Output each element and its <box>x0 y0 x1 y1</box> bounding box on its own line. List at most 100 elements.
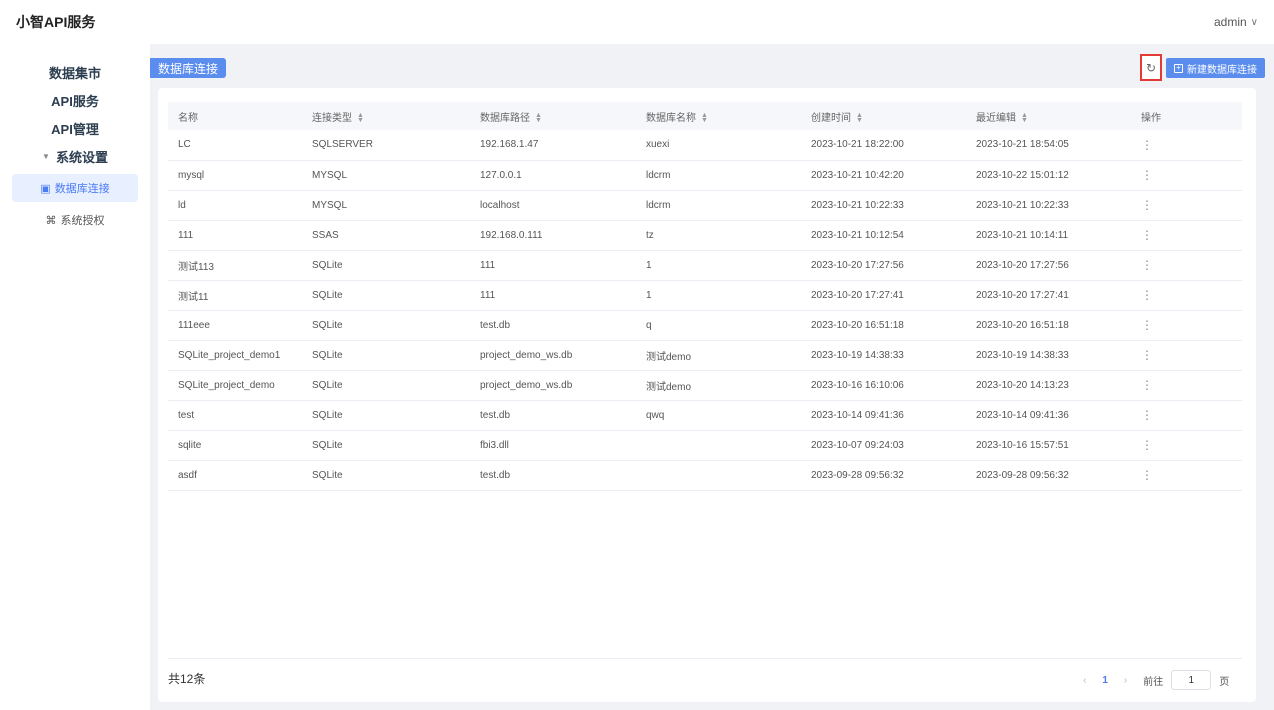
more-actions-icon[interactable]: ⋮ <box>1131 370 1242 401</box>
more-actions-icon[interactable]: ⋮ <box>1131 340 1242 371</box>
table-row: sqlite SQLite fbi3.dll 2023-10-07 09:24:03 2… <box>168 430 1242 461</box>
col-created[interactable]: 创建时间 ▲ ▼ <box>801 102 966 130</box>
table-cell: MYSQL <box>302 160 470 191</box>
table-cell: 测试11 <box>168 280 302 311</box>
table-cell: 测试demo <box>636 340 801 371</box>
table-cell: 2023-10-20 17:27:41 <box>801 280 966 311</box>
table-cell: project_demo_ws.db <box>470 340 636 371</box>
total-count: 共12条 <box>168 672 206 686</box>
table-row: ld MYSQL localhost ldcrm 2023-10-21 10:22:33… <box>168 190 1242 221</box>
more-actions-icon[interactable]: ⋮ <box>1131 130 1242 161</box>
sort-icon[interactable]: ▲ ▼ <box>357 112 364 124</box>
table-cell: test <box>168 400 302 431</box>
table-cell: q <box>636 310 801 341</box>
main-content: 数据库连接 ↻ + 新建数据库连接 名称 连接类型 ▲ ▼ 数据库路径 ▲ ▼ 数据库名… <box>150 44 1274 710</box>
col-type[interactable]: 连接类型 ▲ ▼ <box>302 102 470 130</box>
table-card: 名称 连接类型 ▲ ▼ 数据库路径 ▲ ▼ 数据库名称 ▲ ▼ 创建时间 ▲ ▼ 最近编辑 ▲ ▼ … <box>158 88 1256 702</box>
more-actions-icon[interactable]: ⋮ <box>1131 280 1242 311</box>
sort-icon[interactable]: ▲ ▼ <box>1021 112 1028 124</box>
table-cell: 111 <box>168 220 302 251</box>
table-row: 111 SSAS 192.168.0.111 tz 2023-10-21 10:12:5… <box>168 220 1242 251</box>
table-cell: xuexi <box>636 130 801 161</box>
new-db-connection-button[interactable]: + 新建数据库连接 <box>1166 58 1265 78</box>
caret-down-icon: ▼ <box>42 151 50 161</box>
sidebar-item-data-market[interactable]: 数据集市 <box>0 58 150 86</box>
table-cell: 192.168.0.111 <box>470 220 636 251</box>
table-cell: 测试113 <box>168 250 302 281</box>
table-cell: fbi3.dll <box>470 430 636 461</box>
table-row: SQLite_project_demo SQLite project_demo_ws… <box>168 370 1242 401</box>
app-brand: 小智API服务 <box>16 14 96 30</box>
table-cell: 2023-10-22 15:01:12 <box>966 160 1131 191</box>
sidebar-item-api-service[interactable]: API服务 <box>0 86 150 114</box>
table-cell: 2023-10-19 14:38:33 <box>966 340 1131 371</box>
table-cell: 111eee <box>168 310 302 341</box>
more-actions-icon[interactable]: ⋮ <box>1131 310 1242 341</box>
table-cell: 2023-10-20 14:13:23 <box>966 370 1131 401</box>
table-cell: project_demo_ws.db <box>470 370 636 401</box>
table-cell: 2023-10-21 10:42:20 <box>801 160 966 191</box>
user-menu[interactable]: admin ∨ <box>1214 15 1258 29</box>
col-modified[interactable]: 最近编辑 ▲ ▼ <box>966 102 1131 130</box>
table-cell: 2023-10-19 14:38:33 <box>801 340 966 371</box>
table-row: 测试113 SQLite 111 1 2023-10-20 17:27:56 2023-1… <box>168 250 1242 281</box>
more-actions-icon[interactable]: ⋮ <box>1131 460 1242 491</box>
table-cell: 2023-10-20 17:27:56 <box>966 250 1131 281</box>
more-actions-icon[interactable]: ⋮ <box>1131 190 1242 221</box>
more-actions-icon[interactable]: ⋮ <box>1131 430 1242 461</box>
more-actions-icon[interactable]: ⋮ <box>1131 220 1242 251</box>
table-cell: 2023-10-21 10:22:33 <box>801 190 966 221</box>
table-cell: 1 <box>636 280 801 311</box>
table-row: LC SQLSERVER 192.168.1.47 xuexi 2023-10-21 1… <box>168 130 1242 161</box>
table-cell: SQLite <box>302 250 470 281</box>
table-cell: 2023-10-21 10:14:11 <box>966 220 1131 251</box>
table-cell: 2023-10-20 16:51:18 <box>966 310 1131 341</box>
table-cell: 127.0.0.1 <box>470 160 636 191</box>
table-cell: ldcrm <box>636 160 801 191</box>
table-cell: test.db <box>470 310 636 341</box>
table-cell: SQLite_project_demo <box>168 370 302 401</box>
sort-icon[interactable]: ▲ ▼ <box>535 112 542 124</box>
table-cell: 2023-10-20 17:27:41 <box>966 280 1131 311</box>
page-number[interactable]: 1 <box>1102 675 1108 686</box>
sidebar-item-db-connection[interactable]: ▣ 数据库连接 <box>12 174 138 202</box>
table-cell: SQLite <box>302 400 470 431</box>
table-row: test SQLite test.db qwq 2023-10-14 09:41:36 2… <box>168 400 1242 431</box>
table-cell: mysql <box>168 160 302 191</box>
table-cell: 2023-10-21 10:22:33 <box>966 190 1131 221</box>
sidebar-group-system-settings[interactable]: ▼ 系统设置 <box>0 142 150 170</box>
goto-page: 前往 页 <box>1143 670 1229 690</box>
table-cell: 111 <box>470 280 636 311</box>
table-cell: asdf <box>168 460 302 491</box>
table-row: mysql MYSQL 127.0.0.1 ldcrm 2023-10-21 10:42… <box>168 160 1242 191</box>
table-cell: test.db <box>470 460 636 491</box>
next-page-icon[interactable]: › <box>1124 675 1127 686</box>
table-cell: 111 <box>470 250 636 281</box>
table-cell: MYSQL <box>302 190 470 221</box>
prev-page-icon[interactable]: ‹ <box>1083 675 1086 686</box>
table-cell: SQLSERVER <box>302 130 470 161</box>
goto-page-input[interactable] <box>1171 670 1212 690</box>
sidebar-item-api-management[interactable]: API管理 <box>0 114 150 142</box>
sidebar: 数据集市 API服务 API管理 ▼ 系统设置 ▣ 数据库连接 ⌘ 系统授权 <box>0 44 150 710</box>
table-row: 111eee SQLite test.db q 2023-10-20 16:51:18 2… <box>168 310 1242 341</box>
more-actions-icon[interactable]: ⋮ <box>1131 160 1242 191</box>
table-cell: ld <box>168 190 302 221</box>
col-db-name[interactable]: 数据库名称 ▲ ▼ <box>636 102 801 130</box>
more-actions-icon[interactable]: ⋮ <box>1131 400 1242 431</box>
sidebar-item-system-auth[interactable]: ⌘ 系统授权 <box>12 206 138 234</box>
table-cell: SQLite <box>302 340 470 371</box>
refresh-button[interactable]: ↻ <box>1140 54 1162 81</box>
sort-icon[interactable]: ▲ ▼ <box>856 112 863 124</box>
table-cell: 2023-09-28 09:56:32 <box>966 460 1131 491</box>
sort-icon[interactable]: ▲ ▼ <box>701 112 708 124</box>
more-actions-icon[interactable]: ⋮ <box>1131 250 1242 281</box>
table-cell: tz <box>636 220 801 251</box>
table-cell: 2023-10-20 16:51:18 <box>801 310 966 341</box>
table-cell: 2023-10-14 09:41:36 <box>966 400 1131 431</box>
col-path[interactable]: 数据库路径 ▲ ▼ <box>470 102 636 130</box>
table-cell: SSAS <box>302 220 470 251</box>
table-cell: 测试demo <box>636 370 801 401</box>
table-cell: 2023-10-20 17:27:56 <box>801 250 966 281</box>
table-cell: 2023-10-07 09:24:03 <box>801 430 966 461</box>
